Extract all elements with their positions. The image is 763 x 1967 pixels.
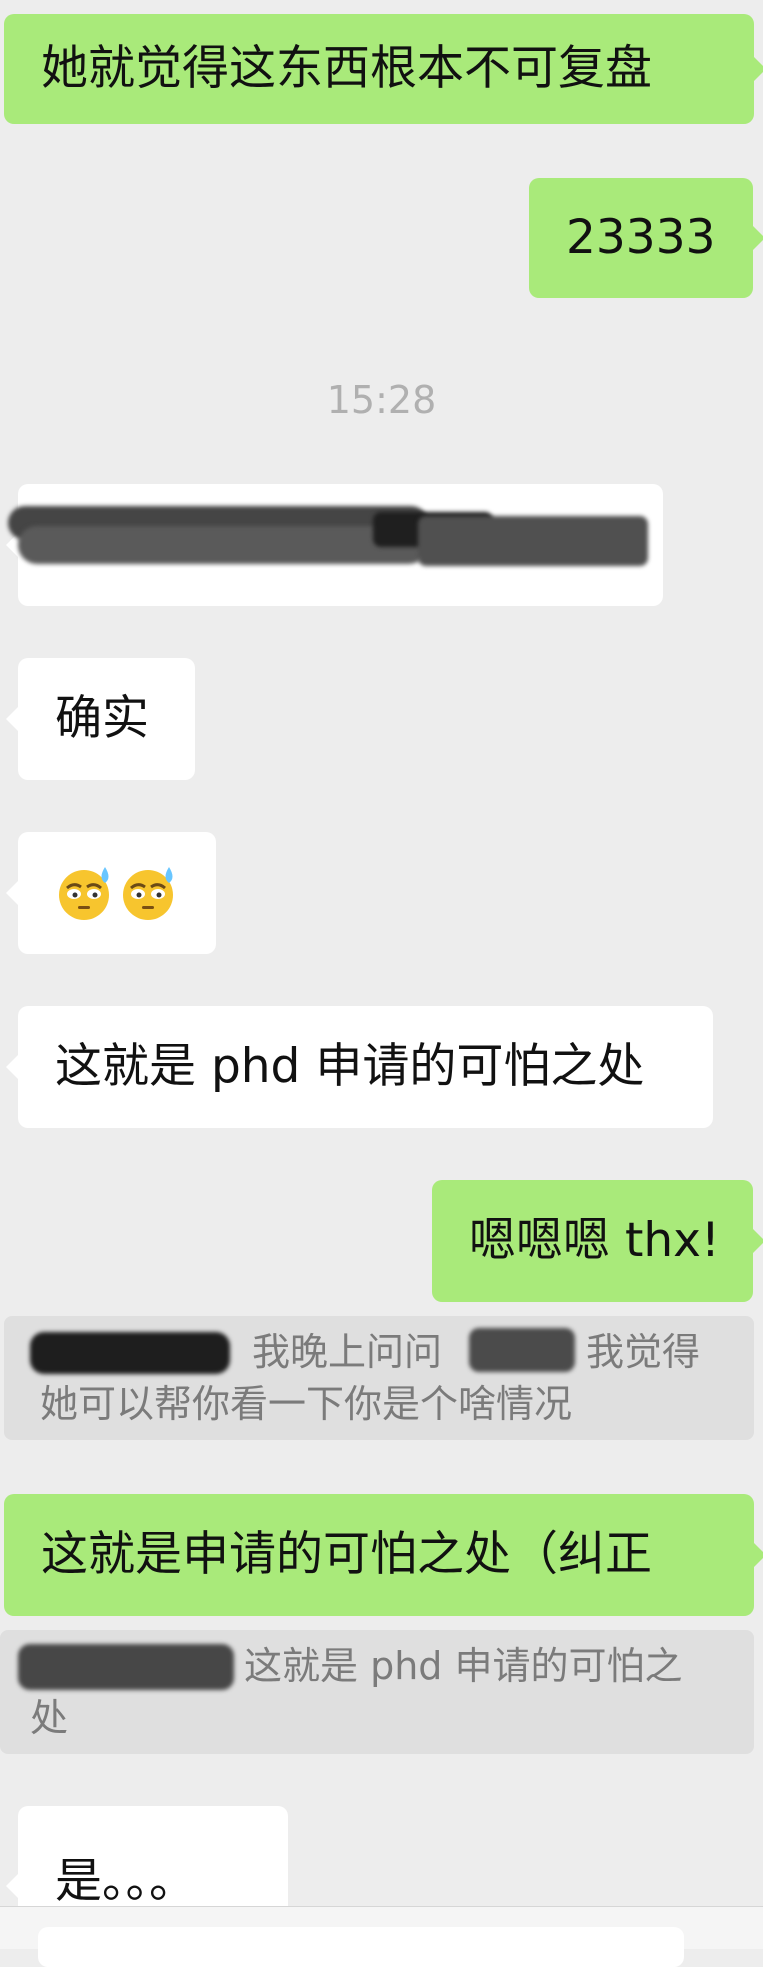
sweat-unamused-face-emoji xyxy=(119,864,177,922)
message-text: 是。。。 xyxy=(55,1854,196,1909)
message-bubble-sent[interactable]: 她就觉得这东西根本不可复盘 xyxy=(4,14,763,124)
message-bubble-received[interactable]: 确实 xyxy=(6,658,195,780)
quoted-message[interactable]: 我晚上问问 我觉得 她可以帮你看一下你是个啥情况 xyxy=(4,1316,754,1440)
bubble-tail xyxy=(6,706,19,732)
message-text: 这就是 phd 申请的可怕之处 xyxy=(55,1039,645,1094)
bubble-tail xyxy=(6,1873,19,1899)
bubble-tail xyxy=(753,1542,763,1568)
bubble-tail xyxy=(6,1054,19,1080)
timestamp: 15:28 xyxy=(326,378,437,422)
chat-transcript: 她就觉得这东西根本不可复盘 23333 15:28 确实 这就是 phd 申请的… xyxy=(0,0,763,1967)
redaction-mark xyxy=(18,1644,234,1690)
message-bubble-emoji[interactable] xyxy=(6,832,216,954)
sweat-unamused-face-emoji xyxy=(55,864,113,922)
message-bubble-sent[interactable]: 23333 xyxy=(529,178,763,298)
quote-text: 我晚上问问 xyxy=(252,1330,443,1374)
message-text: 嗯嗯嗯 thx! xyxy=(469,1213,720,1268)
message-input[interactable] xyxy=(38,1927,684,1967)
message-text: 这就是申请的可怕之处（纠正 xyxy=(41,1527,652,1582)
message-bubble-received[interactable]: 是。。。 xyxy=(6,1806,288,1909)
bubble-tail xyxy=(753,56,763,82)
message-bubble-redacted[interactable] xyxy=(6,484,663,606)
message-text: 确实 xyxy=(55,691,149,746)
message-bubble-received[interactable]: 这就是 phd 申请的可怕之处 xyxy=(6,1006,713,1128)
redaction-mark xyxy=(30,1332,230,1374)
message-text: 23333 xyxy=(566,210,716,265)
redaction-mark xyxy=(18,526,428,564)
bubble-tail xyxy=(752,225,763,251)
message-bubble-sent[interactable]: 嗯嗯嗯 thx! xyxy=(432,1180,763,1302)
message-text: 她就觉得这东西根本不可复盘 xyxy=(41,41,652,96)
bubble-tail xyxy=(752,1228,763,1254)
message-bubble-sent[interactable]: 这就是申请的可怕之处（纠正 xyxy=(4,1494,763,1616)
quote-text: 这就是 phd 申请的可怕之 xyxy=(244,1644,683,1688)
quote-text: 我觉得 xyxy=(586,1330,701,1374)
redaction-mark xyxy=(418,516,648,566)
quoted-message[interactable]: 这就是 phd 申请的可怕之 处 xyxy=(0,1630,754,1754)
quote-text: 处 xyxy=(30,1696,69,1740)
redaction-mark xyxy=(469,1328,575,1372)
bubble-tail xyxy=(6,880,19,906)
input-bar xyxy=(0,1906,763,1967)
quote-text: 她可以帮你看一下你是个啥情况 xyxy=(40,1382,573,1426)
